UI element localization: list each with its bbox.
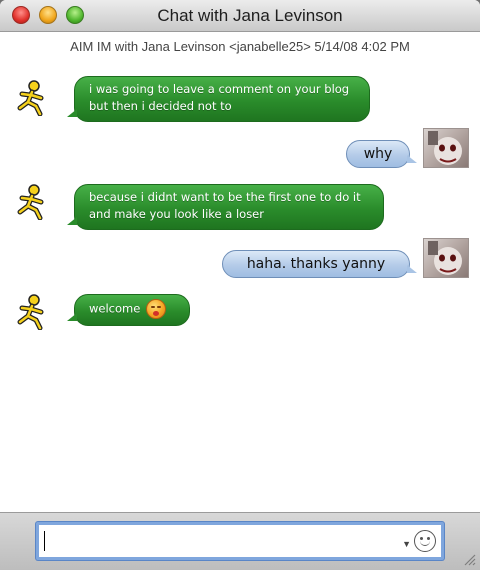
message-text: haha. thanks yanny [246, 256, 386, 272]
session-header: AIM IM with Jana Levinson <janabelle25> … [70, 39, 410, 54]
smiley-icon[interactable] [414, 530, 436, 552]
message-bubble-buddy: welcome [67, 294, 190, 326]
title-bar[interactable]: Chat with Jana Levinson [0, 0, 480, 32]
self-avatar [423, 238, 469, 278]
resize-grip-icon[interactable] [462, 552, 476, 566]
aim-running-man-icon [17, 184, 44, 220]
input-area: ▼ [0, 512, 480, 570]
bubble-tail [407, 155, 417, 163]
self-avatar [423, 128, 469, 168]
message-bubble-buddy: because i didnt want to be the first one… [67, 184, 384, 230]
aim-running-man-icon [17, 294, 44, 330]
chat-window: Chat with Jana Levinson AIM IM with Jana… [0, 0, 480, 570]
message-bubble-self: why [346, 140, 417, 168]
aim-running-man-icon [17, 80, 44, 116]
dropdown-arrow-icon[interactable]: ▼ [402, 539, 411, 549]
chat-transcript[interactable]: AIM IM with Jana Levinson <janabelle25> … [0, 32, 480, 512]
bubble-tail [67, 217, 77, 225]
kiss-emoticon-icon [146, 299, 167, 319]
bubble-tail [407, 265, 417, 273]
message-text: i was going to leave a comment on your b… [89, 82, 350, 113]
message-text: welcome [89, 301, 141, 316]
text-caret [44, 531, 45, 551]
message-input[interactable]: ▼ [36, 522, 444, 560]
bubble-tail [67, 109, 77, 117]
message-text: because i didnt want to be the first one… [89, 190, 361, 221]
message-bubble-self: haha. thanks yanny [222, 250, 417, 278]
window-title: Chat with Jana Levinson [157, 6, 343, 25]
message-bubble-buddy: i was going to leave a comment on your b… [67, 76, 370, 122]
bubble-tail [67, 313, 77, 321]
message-text: why [363, 146, 393, 162]
